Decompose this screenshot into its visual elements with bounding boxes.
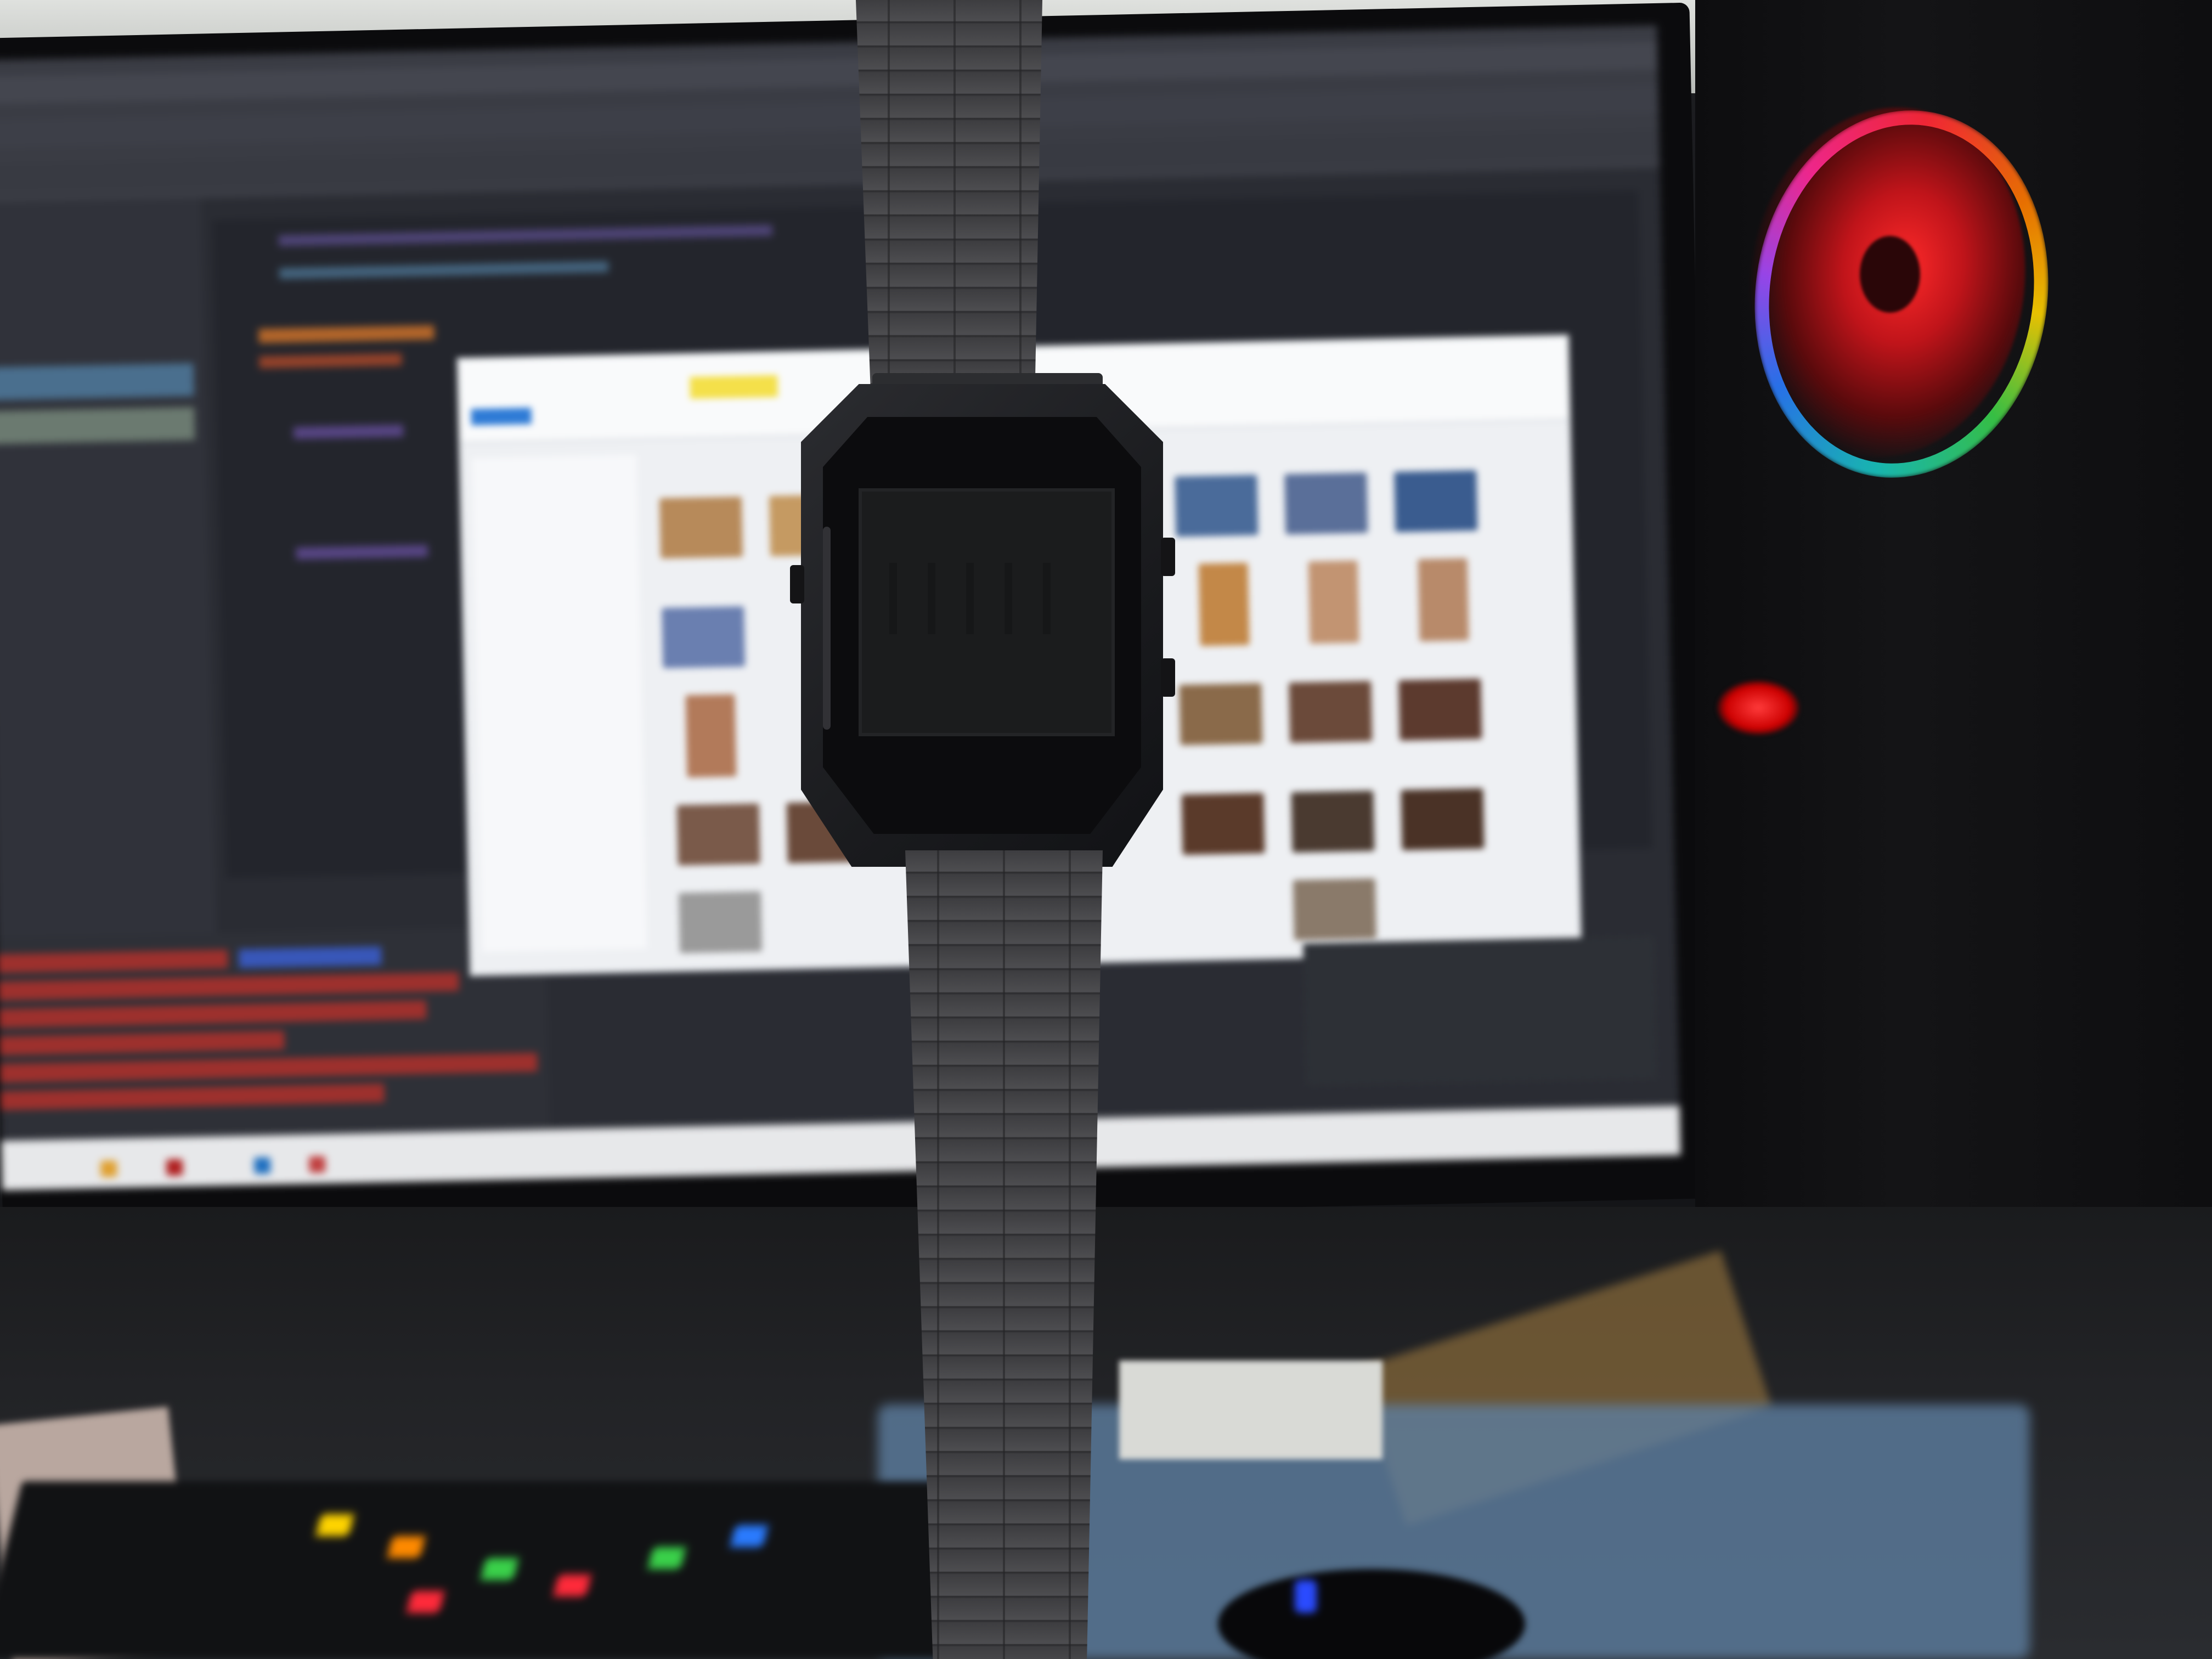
ide-highlight-row: [0, 407, 195, 444]
ide-right-panel: [1303, 936, 1657, 1086]
digital-watch-icon: [790, 0, 1207, 1659]
fan-hub: [1860, 236, 1920, 313]
lcd-segments: [889, 563, 1081, 634]
explorer-sidebar: [472, 455, 647, 952]
case-led: [1717, 680, 1799, 735]
watch-strap-bottom: [905, 850, 1103, 1659]
watch-button-right-bottom: [1161, 658, 1175, 697]
watch-strap-top: [856, 0, 1042, 395]
watch-display: [859, 488, 1115, 736]
watch-button-right-top: [1161, 538, 1175, 576]
photo-scene: [0, 0, 2212, 1659]
watch-button-left: [790, 565, 804, 603]
ide-selected-row: [0, 363, 194, 400]
ide-left-panel: [0, 198, 217, 938]
watch-reflection: [823, 527, 831, 730]
